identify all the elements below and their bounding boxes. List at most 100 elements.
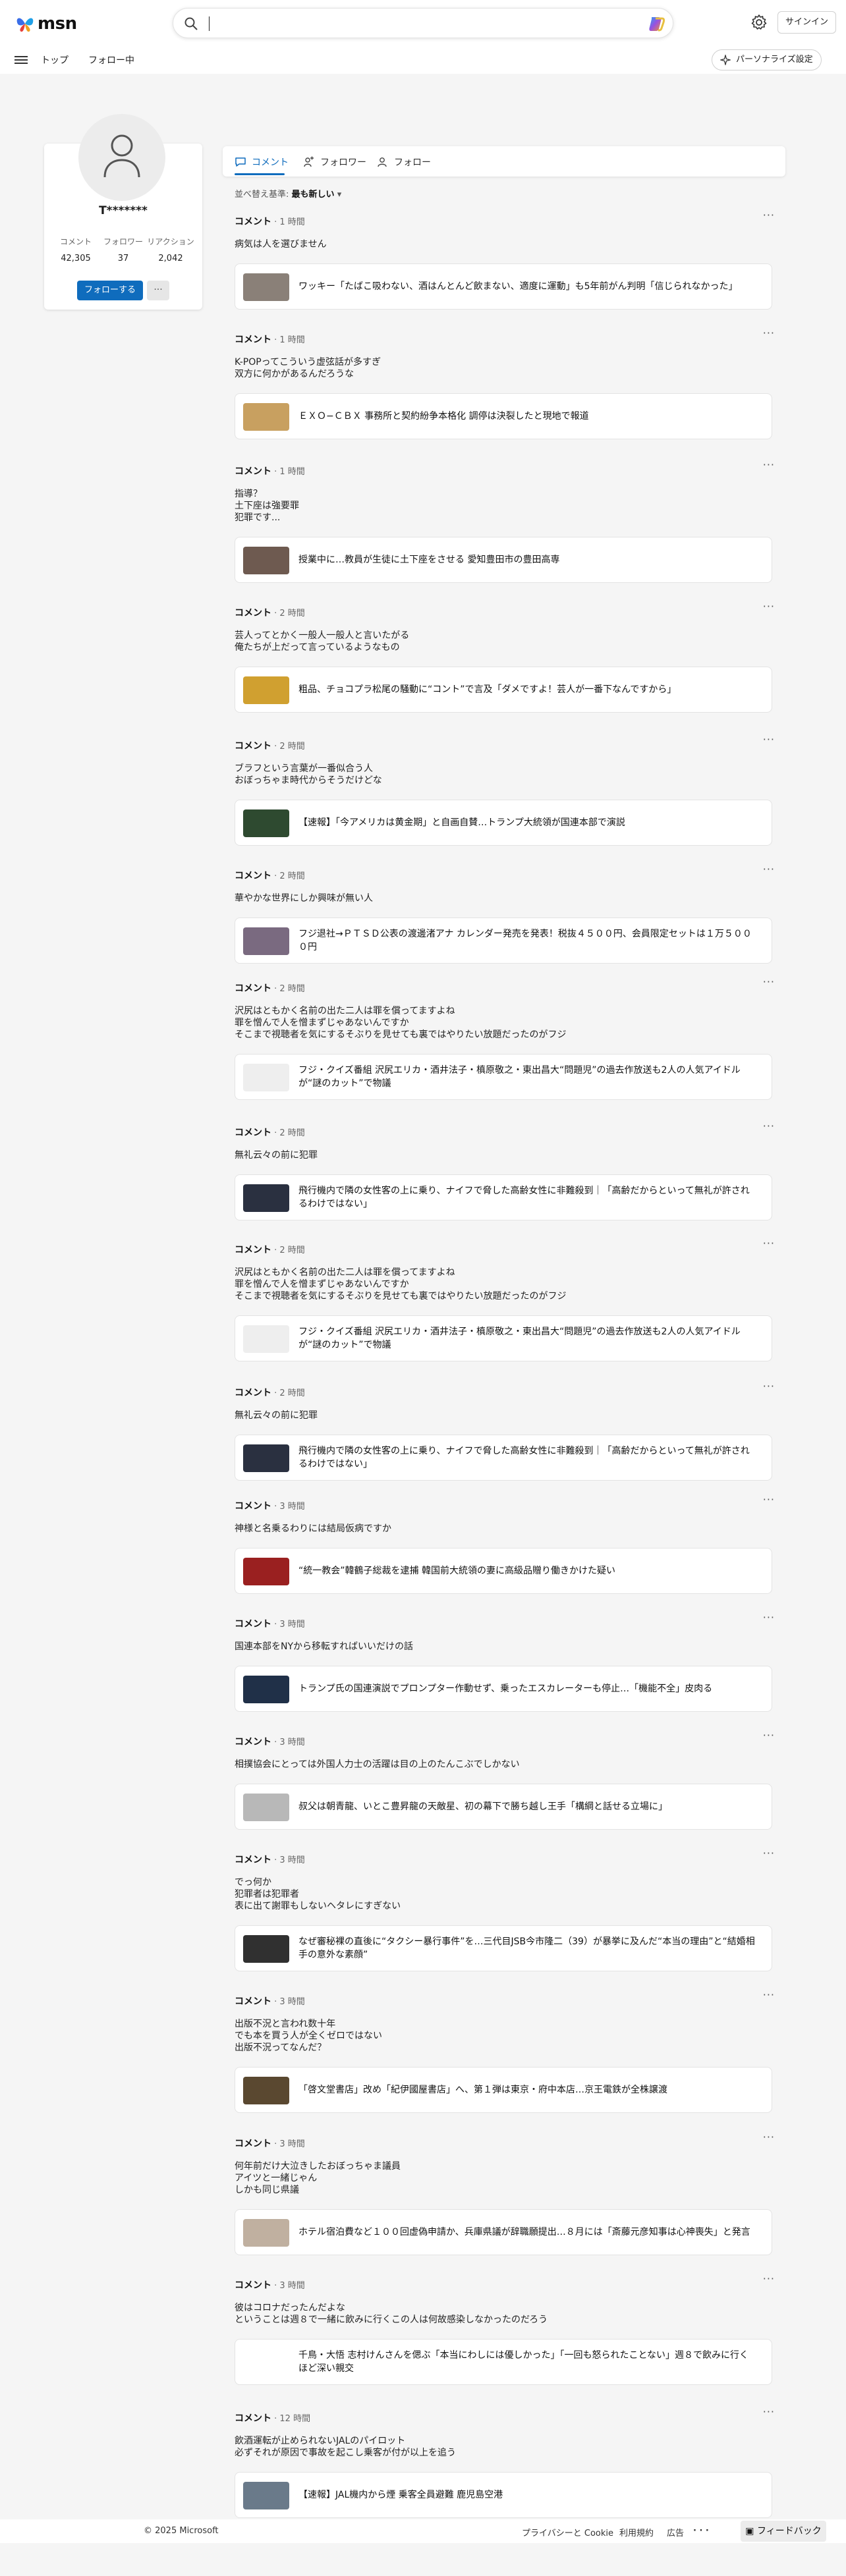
comment-item: コメント · 3 時間 ··· でっ何か 犯罪者は犯罪者 表に出て謝罪もしないヘタレ… [235,1847,775,1971]
article-card[interactable]: フジ・クイズ番組 沢尻エリカ・酒井法子・槙原敬之・東出昌大“問題児”の過去作放送… [235,1054,772,1100]
more-options-icon[interactable]: ··· [763,1611,775,1624]
stat-followers: フォロワー 37 [99,236,147,263]
stat-value: 42,305 [61,254,91,263]
comment-header: コメント · 2 時間 [235,981,775,995]
article-thumbnail [243,2482,289,2509]
tab-comments[interactable]: コメント [235,155,289,169]
msn-logo[interactable]: msn [14,13,77,34]
comment-time: · 2 時間 [271,871,305,881]
comment-item: コメント · 2 時間 ··· 芸人ってとかく一般人一般人と言いたがる 俺たちが上だ… [235,600,775,713]
comment-text: 彼はコロナだったんだよな ということは週８で一緒に飲みに行くこの人は何故感染しな… [235,2303,548,2325]
article-thumbnail [243,273,289,301]
comment-text: K-POPってこういう虚弦話が多すぎ 双方に何かがあるんだろうな [235,357,381,379]
article-card[interactable]: フジ退社→ＰＴＳＤ公表の渡邊渚アナ カレンダー発売を発表！税抜４５００円、会員限… [235,918,772,964]
article-card[interactable]: ホテル宿泊費など１００回虚偽申請か、兵庫県議が辞職願提出…８月には「斎藤元彦知事… [235,2209,772,2255]
more-options-icon[interactable]: ··· [763,2405,775,2418]
comment-header: コメント · 2 時間 [235,1243,775,1256]
follow-button[interactable]: フォローする [77,281,143,300]
comment-kind: コメント [235,1855,271,1865]
more-options-icon[interactable]: ··· [763,2131,775,2143]
copilot-icon[interactable] [646,14,666,34]
article-title: 「啓文堂書店」改め「紀伊國屋書店」へ、第１弾は東京・府中本店…京王電鉄が全株譲渡 [298,2085,667,2095]
more-options-icon[interactable]: ··· [763,1120,775,1132]
feedback-button[interactable]: ▣ フィードバック [741,2521,826,2542]
more-options-icon[interactable]: ··· [763,1988,775,2001]
search-icon [184,17,198,30]
article-title: 千鳥・大悟 志村けんさんを偲ぶ「本当にわしには優しかった」「一回も怒られたことな… [298,2350,749,2374]
ads-link[interactable]: 広告 [667,2526,684,2538]
article-card[interactable]: なぜ審秘裸の直後に“タクシー暴行事件”を…三代目JSB今市隆二（39）が暴挙に及… [235,1925,772,1971]
article-title: 【速報】JAL機内から煙 乗客全員避難 鹿児島空港 [298,2490,503,2500]
more-options-icon[interactable]: ··· [763,1493,775,1506]
article-card[interactable]: 「啓文堂書店」改め「紀伊國屋書店」へ、第１弾は東京・府中本店…京王電鉄が全株譲渡 [235,2067,772,2113]
nav-link-top[interactable]: トップ [41,53,69,67]
chevron-down-icon: ▾ [337,190,342,200]
gear-icon[interactable] [750,13,768,32]
article-title: 授業中に…教員が生徒に土下座をさせる 愛知豊田市の豊田高専 [298,555,560,565]
article-card[interactable]: 授業中に…教員が生徒に土下座をさせる 愛知豊田市の豊田高専 [235,537,772,583]
nav-link-following[interactable]: フォロー中 [88,53,134,67]
article-card[interactable]: 【速報】「今アメリカは黄金期」と自画自賛…トランプ大統領が国連本部で演説 [235,800,772,846]
article-thumbnail [243,1064,289,1091]
comment-time: · 2 時間 [271,742,305,752]
comment-kind: コメント [235,1388,271,1398]
comment-time: · 2 時間 [271,984,305,994]
more-options-icon[interactable]: ··· [763,600,775,613]
more-options-icon[interactable]: ··· [763,1380,775,1392]
article-card[interactable]: 叔父は朝青龍、いとこ豊昇龍の天敵星、初の幕下で勝ち越し王手「構綱と話せる立場に」 [235,1784,772,1830]
more-options-icon[interactable]: ··· [763,2272,775,2285]
more-options-icon[interactable]: ··· [763,458,775,471]
article-card[interactable]: トランプ氏の国連演説でプロンプター作動せず、乗ったエスカレーターも停止…「機能不… [235,1666,772,1712]
personalize-button[interactable]: パーソナライズ設定 [712,49,822,70]
more-options-icon[interactable]: ··· [763,1729,775,1741]
more-options-icon[interactable]: ··· [763,1847,775,1859]
menu-icon[interactable] [14,54,28,66]
article-thumbnail [243,927,289,955]
more-options-icon[interactable]: ··· [763,209,775,221]
copyright: © 2025 Microsoft [144,2526,219,2536]
article-card[interactable]: ワッキー「たばこ吸わない、酒はんとんど飲まない、適度に運動」も5年前がん判明「信… [235,263,772,310]
privacy-link[interactable]: プライバシーと Cookie [522,2526,613,2538]
comment-item: コメント · 2 時間 ··· 無礼云々の前に犯罪 飛行機内で隣の女性客の上に乗り、ナ… [235,1120,775,1220]
tab-label: フォロワー [320,157,366,168]
comment-header: コメント · 1 時間 [235,333,775,346]
more-options-icon[interactable]: ··· [763,733,775,746]
article-thumbnail [243,1184,289,1212]
comment-kind: コメント [235,983,271,994]
user-icon [103,134,140,178]
terms-link[interactable]: 利用規約 [619,2526,654,2538]
comment-text: 芸人ってとかく一般人一般人と言いたがる 俺たちが上だって言っているようなもの [235,630,410,653]
tab-followers[interactable]: フォロワー [303,155,366,169]
top-bar: msn サインイン [0,0,846,47]
sort-control[interactable]: 並べ替え基準: 最も新しい ▾ [235,187,341,200]
comment-header: コメント · 3 時間 [235,2137,775,2150]
more-options-icon[interactable]: ··· [763,975,775,988]
stat-value: 37 [117,254,129,263]
article-thumbnail [243,1676,289,1703]
more-options-icon[interactable]: ··· [763,327,775,339]
tab-following[interactable]: フォロー [377,155,431,169]
comment-header: コメント · 1 時間 [235,215,775,228]
article-thumbnail [243,676,289,704]
search-input[interactable] [173,8,673,38]
article-card[interactable]: 千鳥・大悟 志村けんさんを偲ぶ「本当にわしには優しかった」「一回も怒られたことな… [235,2339,772,2385]
more-options-icon[interactable]: ··· [763,1237,775,1249]
comment-time: · 3 時間 [271,1502,305,1512]
article-title: なぜ審秘裸の直後に“タクシー暴行事件”を…三代目JSB今市隆二（39）が暴挙に及… [298,1936,755,1960]
comment-kind: コメント [235,1245,271,1255]
article-card[interactable]: 飛行機内で隣の女性客の上に乗り、ナイフで脅した高齢女性に非難殺到｜「高齢だからと… [235,1174,772,1220]
signin-button[interactable]: サインイン [777,11,837,34]
more-options-button[interactable]: ··· [147,281,169,300]
article-card[interactable]: フジ・クイズ番組 沢尻エリカ・酒井法子・槙原敬之・東出昌大“問題児”の過去作放送… [235,1315,772,1361]
article-card[interactable]: ＥＸＯ−ＣＢＸ 事務所と契約紛争本格化 調停は決裂したと現地で報道 [235,393,772,439]
more-options-icon[interactable]: ··· [763,863,775,875]
article-card[interactable]: 【速報】JAL機内から煙 乗客全員避難 鹿児島空港 [235,2472,772,2518]
article-card[interactable]: 飛行機内で隣の女性客の上に乗り、ナイフで脅した高齢女性に非難殺到｜「高齢だからと… [235,1435,772,1481]
article-card[interactable]: 粗品、チョコプラ松尾の騒動に“コント”で言及「ダメですよ！芸人が一番下なんですか… [235,667,772,713]
comment-kind: コメント [235,2280,271,2291]
article-title: フジ退社→ＰＴＳＤ公表の渡邊渚アナ カレンダー発売を発表！税抜４５００円、会員限… [298,929,752,952]
more-links-button[interactable]: · · · [693,2526,709,2536]
article-card[interactable]: “統一教会”韓鶴子総裁を逮捕 韓国前大統領の妻に高級品贈り働きかけた疑い [235,1548,772,1594]
comment-header: コメント · 3 時間 [235,1617,775,1630]
comment-item: コメント · 3 時間 ··· 国連本部をNYから移転すればいいだけの話 トランプ氏の… [235,1611,775,1712]
